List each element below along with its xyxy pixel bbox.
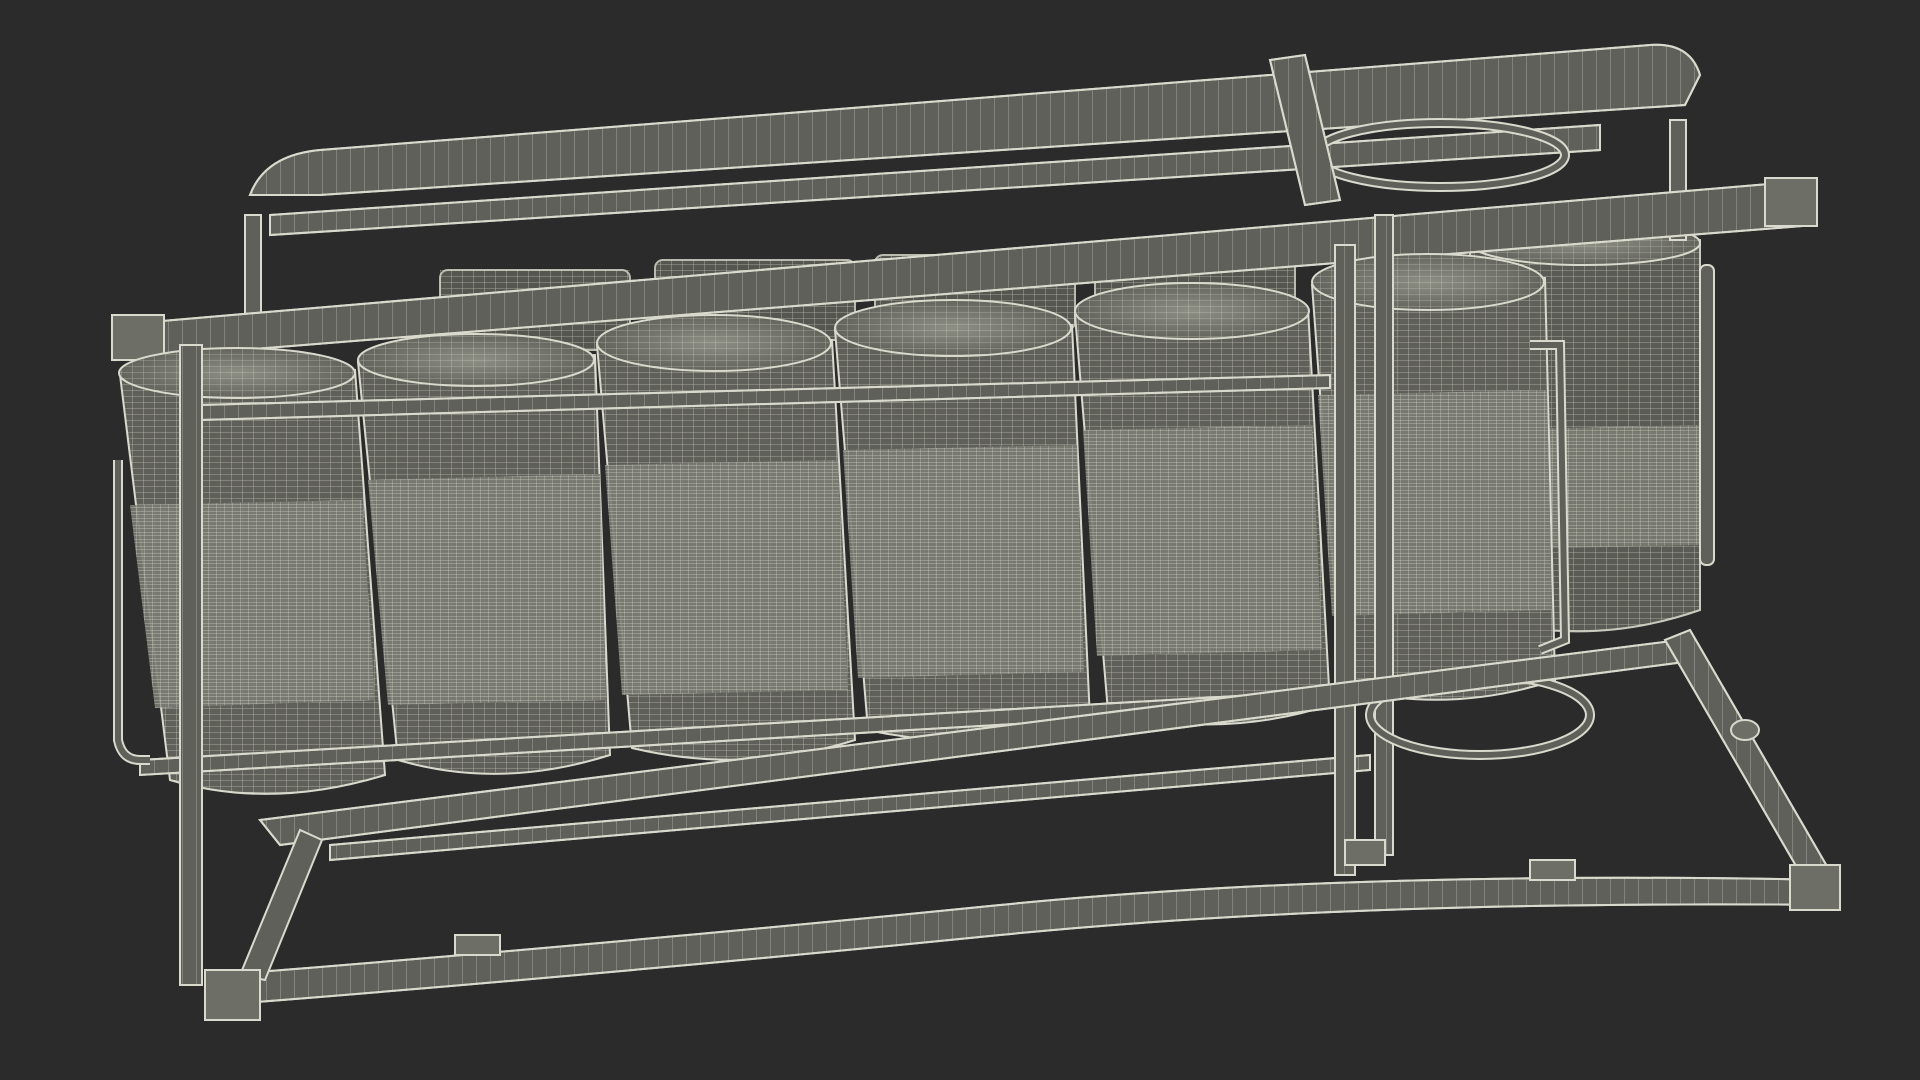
front-canister [1073, 282, 1332, 726]
front-canister [833, 299, 1092, 742]
render-viewport [0, 0, 1920, 1080]
rack-wireframe-render [111, 43, 1841, 1021]
front-canister [595, 314, 857, 761]
